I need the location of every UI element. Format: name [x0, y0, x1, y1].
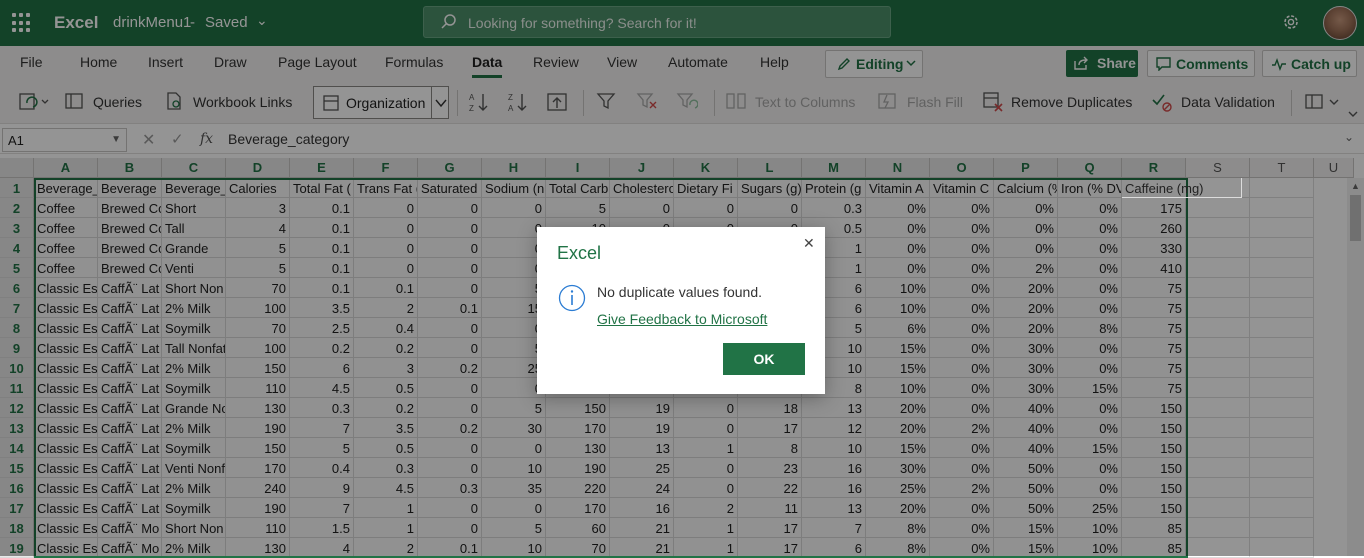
close-icon[interactable]: ✕	[803, 235, 815, 252]
message-dialog: Excel ✕ No duplicate values found. Give …	[537, 227, 825, 394]
info-icon	[558, 284, 586, 312]
feedback-link[interactable]: Give Feedback to Microsoft	[597, 311, 767, 327]
dialog-message: No duplicate values found.	[597, 284, 762, 300]
ok-button[interactable]: OK	[723, 343, 805, 375]
cell-r1[interactable]: Caffeine (mg)	[1122, 178, 1242, 198]
dialog-title: Excel	[557, 243, 602, 263]
